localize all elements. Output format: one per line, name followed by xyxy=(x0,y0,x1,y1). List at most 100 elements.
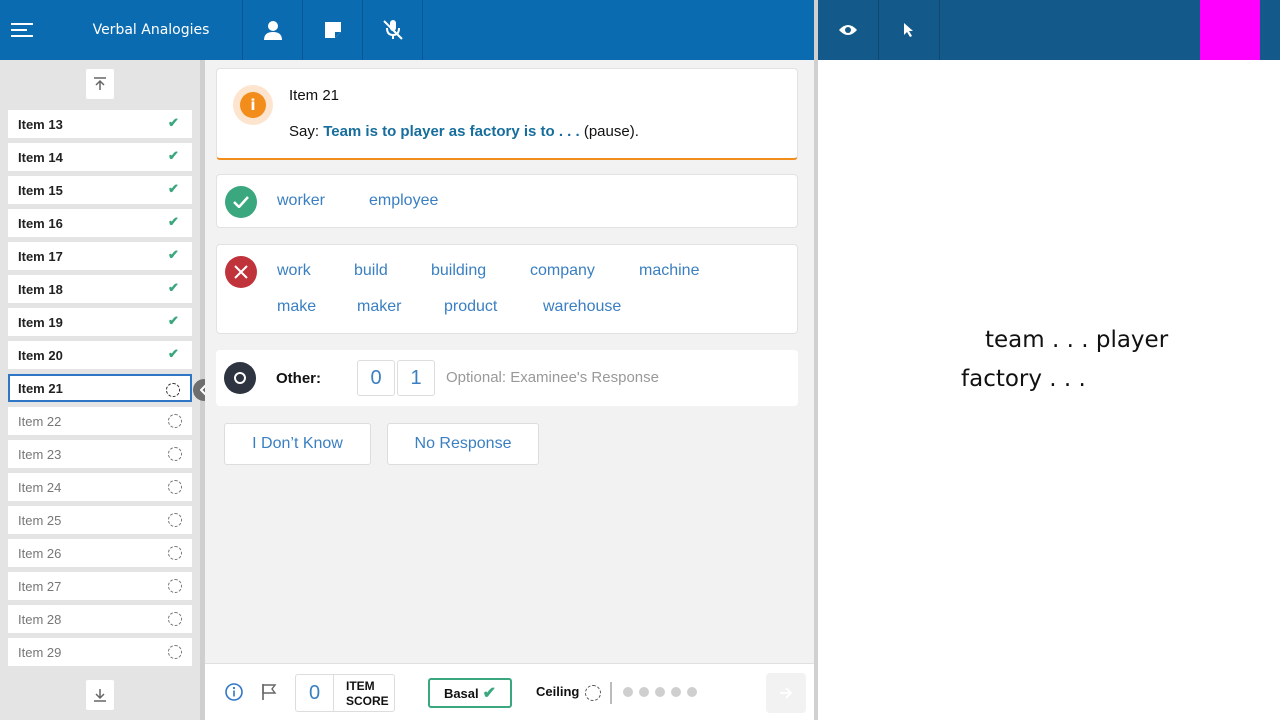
sidebar-item[interactable]: Item 26 xyxy=(8,539,192,567)
header-divider xyxy=(939,0,940,60)
eye-icon xyxy=(839,25,857,35)
item-list: Item 13 ✔ Item 14 ✔ Item 15 ✔ Item 16 ✔ Item 17 ✔… xyxy=(8,110,192,671)
next-item-button[interactable] xyxy=(766,673,806,713)
sidebar-item[interactable]: Item 17 ✔ xyxy=(8,242,192,270)
other-score-1-button[interactable]: 1 xyxy=(397,360,435,396)
check-icon: ✔ xyxy=(168,115,179,130)
pending-icon xyxy=(168,513,182,527)
arrow-right-icon xyxy=(780,687,793,699)
incorrect-responses-card: work build building company machine make maker… xyxy=(216,244,798,334)
incorrect-response-option[interactable]: make xyxy=(277,298,316,316)
sidebar-item-label: Item 28 xyxy=(18,611,62,627)
pending-icon xyxy=(168,546,182,560)
sidebar-item[interactable]: Item 13 ✔ xyxy=(8,110,192,138)
check-icon: ✔ xyxy=(168,247,179,262)
sidebar-item[interactable]: Item 15 ✔ xyxy=(8,176,192,204)
prompt-text: Team is to player as factory is to . . . xyxy=(323,123,580,140)
sidebar-item-label: Item 26 xyxy=(18,545,62,561)
sidebar-item[interactable]: Item 14 ✔ xyxy=(8,143,192,171)
sidebar-item-label: Item 21 xyxy=(18,380,63,396)
basal-badge: Basal ✔ xyxy=(428,678,512,708)
other-response-card: Other: 0 1 Optional: Examinee's Response xyxy=(216,350,798,406)
ceiling-divider xyxy=(610,682,612,704)
flag-button[interactable] xyxy=(259,682,279,702)
note-icon xyxy=(324,22,341,38)
scroll-top-button[interactable] xyxy=(86,69,114,99)
sidebar-item-label: Item 18 xyxy=(18,281,63,297)
incorrect-response-option[interactable]: maker xyxy=(357,298,401,316)
sidebar-item[interactable]: Item 16 ✔ xyxy=(8,209,192,237)
close-icon xyxy=(225,256,257,288)
pane-divider[interactable] xyxy=(814,0,818,720)
incorrect-response-option[interactable]: build xyxy=(354,262,388,280)
other-label: Other: xyxy=(276,370,321,387)
ceiling-dot xyxy=(671,687,681,697)
preview-button[interactable] xyxy=(818,0,878,60)
check-icon: ✔ xyxy=(168,148,179,163)
incorrect-response-option[interactable]: company xyxy=(530,262,595,280)
question-card: i Item 21 Say: Team is to player as fact… xyxy=(216,68,798,160)
basal-label: Basal xyxy=(443,685,479,701)
check-icon xyxy=(225,186,257,218)
marker-square xyxy=(1200,0,1260,60)
arrow-to-top-icon xyxy=(94,77,106,90)
incorrect-response-option[interactable]: machine xyxy=(639,262,699,280)
check-icon: ✔ xyxy=(168,313,179,328)
sidebar-item[interactable]: Item 20 ✔ xyxy=(8,341,192,369)
sidebar-item[interactable]: Item 27 xyxy=(8,572,192,600)
flag-icon xyxy=(262,684,277,700)
check-icon: ✔ xyxy=(168,346,179,361)
sidebar-item-label: Item 19 xyxy=(18,314,63,330)
no-response-button[interactable]: No Response xyxy=(387,423,539,465)
check-icon: ✔ xyxy=(168,280,179,295)
sidebar-item[interactable]: Item 18 ✔ xyxy=(8,275,192,303)
info-icon: i xyxy=(240,92,266,118)
dont-know-button[interactable]: I Don’t Know xyxy=(224,423,371,465)
sidebar-item-label: Item 23 xyxy=(18,446,62,462)
incorrect-response-option[interactable]: work xyxy=(277,262,311,280)
ceiling-dot xyxy=(639,687,649,697)
ceiling-dot xyxy=(687,687,697,697)
sidebar-item[interactable]: Item 25 xyxy=(8,506,192,534)
sidebar-item-label: Item 15 xyxy=(18,182,63,198)
notes-button[interactable] xyxy=(303,0,362,60)
scroll-bottom-button[interactable] xyxy=(86,680,114,710)
sidebar-item-label: Item 14 xyxy=(18,149,63,165)
menu-button[interactable] xyxy=(0,0,44,60)
ceiling-label: Ceiling xyxy=(536,684,580,699)
pointer-button[interactable] xyxy=(879,0,939,60)
item-score-label-line1: ITEM xyxy=(346,679,375,693)
pending-icon xyxy=(168,612,182,626)
menu-icon xyxy=(11,23,33,37)
stimulus-line-2: factory . . . xyxy=(961,366,1086,392)
pending-icon xyxy=(168,480,182,494)
sidebar-item-label: Item 13 xyxy=(18,116,63,132)
scoring-footer: 0 ITEM SCORE Basal ✔ Ceiling xyxy=(205,663,814,720)
sidebar-item[interactable]: Item 19 ✔ xyxy=(8,308,192,336)
correct-response-option[interactable]: worker xyxy=(277,192,325,210)
correct-response-option[interactable]: employee xyxy=(369,192,438,210)
item-score-label-line2: SCORE xyxy=(346,694,389,708)
incorrect-response-option[interactable]: building xyxy=(431,262,486,280)
info-button[interactable] xyxy=(224,682,244,702)
administration-instruction: Say: Team is to player as factory is to … xyxy=(289,123,639,140)
pause-text: (pause). xyxy=(583,123,639,140)
sidebar-item-label: Item 16 xyxy=(18,215,63,231)
sidebar-item[interactable]: Item 22 xyxy=(8,407,192,435)
cursor-icon xyxy=(904,23,913,37)
other-score-0-button[interactable]: 0 xyxy=(357,360,395,396)
incorrect-response-option[interactable]: warehouse xyxy=(543,298,621,316)
sidebar-item-label: Item 20 xyxy=(18,347,63,363)
sidebar-item[interactable]: Item 23 xyxy=(8,440,192,468)
sidebar-item-label: Item 17 xyxy=(18,248,63,264)
examinee-response-input[interactable]: Optional: Examinee's Response xyxy=(446,369,659,386)
mute-mic-button[interactable] xyxy=(363,0,422,60)
header-bar: Verbal Analogies xyxy=(0,0,814,60)
sidebar-item[interactable]: Item 21 xyxy=(8,374,192,402)
sidebar-item[interactable]: Item 24 xyxy=(8,473,192,501)
incorrect-response-option[interactable]: product xyxy=(444,298,497,316)
examinee-button[interactable] xyxy=(243,0,302,60)
sidebar-item-label: Item 25 xyxy=(18,512,62,528)
sidebar-item[interactable]: Item 28 xyxy=(8,605,192,633)
sidebar-item[interactable]: Item 29 xyxy=(8,638,192,666)
